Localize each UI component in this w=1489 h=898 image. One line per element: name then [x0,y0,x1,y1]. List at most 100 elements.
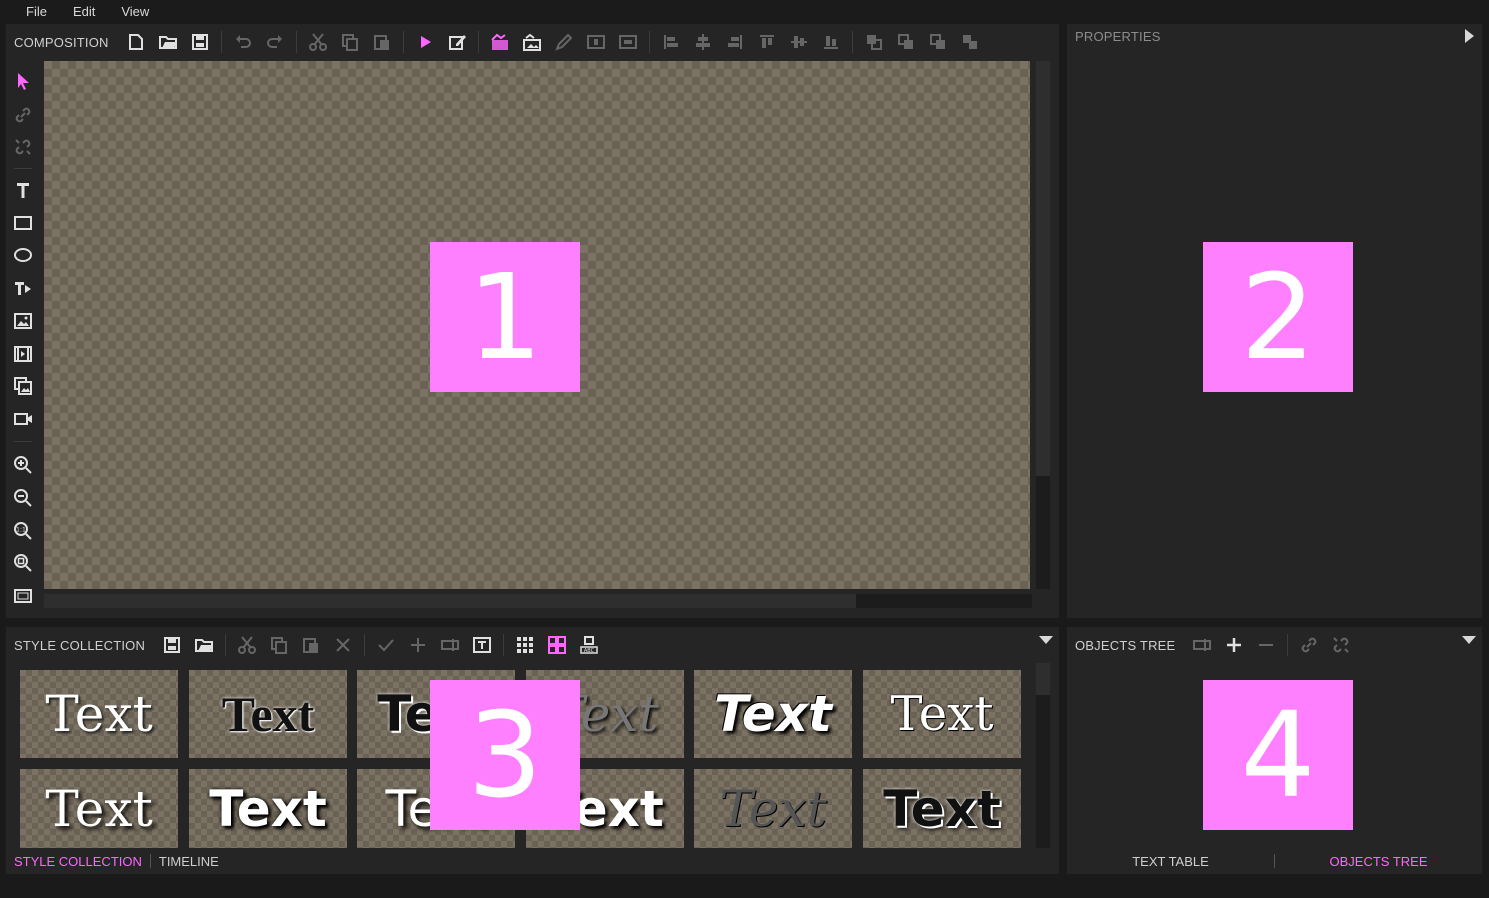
new-file-icon[interactable] [123,29,149,55]
unlink-icon[interactable] [12,136,34,158]
zoom-out-icon[interactable] [12,487,34,509]
paste-style-icon[interactable] [298,632,324,658]
align-left-icon[interactable] [658,29,684,55]
align-right-icon[interactable] [722,29,748,55]
image-sequence-icon[interactable] [12,375,34,397]
tab-objects-tree[interactable]: OBJECTS TREE [1275,854,1482,869]
cut-icon[interactable] [305,29,331,55]
tab-timeline[interactable]: TIMELINE [159,854,227,869]
canvas-vertical-scrollbar[interactable] [1036,61,1050,589]
rename-object-icon[interactable] [1189,632,1215,658]
copy-style-icon[interactable] [266,632,292,658]
region-marker-3: 3 [430,680,580,830]
rectangle-tool-icon[interactable] [12,212,34,234]
undo-icon[interactable] [230,29,256,55]
style-collection-toolbar: STYLE COLLECTION ABC [6,627,1059,663]
zoom-in-icon[interactable] [12,454,34,476]
objects-tree-toolbar: OBJECTS TREE [1067,627,1482,663]
region-marker-1: 1 [430,242,580,392]
style-collection-title: STYLE COLLECTION [14,637,146,653]
style-item[interactable]: Text [189,670,347,758]
style-item[interactable]: Text [863,769,1021,848]
composition-title: COMPOSITION [14,34,109,50]
style-item[interactable]: Text [694,769,852,848]
link-objects-icon[interactable] [1296,632,1322,658]
properties-header: PROPERTIES [1067,24,1482,48]
style-item[interactable]: Text [863,670,1021,758]
tab-text-table[interactable]: TEXT TABLE [1067,854,1274,869]
zoom-actual-icon[interactable]: 1:1 [12,520,34,542]
tree-tab-bar: TEXT TABLE OBJECTS TREE [1067,852,1482,870]
svg-text:1:1: 1:1 [16,527,26,534]
text-tool-icon[interactable] [12,179,34,201]
tab-style-collection[interactable]: STYLE COLLECTION [14,854,150,869]
fit-icon[interactable] [615,29,641,55]
camera-tool-icon[interactable] [12,408,34,430]
frame-icon[interactable] [583,29,609,55]
safe-area-icon[interactable] [12,585,34,607]
region-marker-2: 2 [1203,242,1353,392]
menu-view[interactable]: View [121,4,149,19]
vertical-scroll-thumb[interactable] [1036,61,1050,476]
remove-object-icon[interactable] [1253,632,1279,658]
style-item[interactable]: Text [20,670,178,758]
zoom-fit-icon[interactable] [12,552,34,574]
small-grid-icon[interactable] [512,632,538,658]
region-marker-4: 4 [1203,680,1353,830]
link-icon[interactable] [12,104,34,126]
delete-style-icon[interactable] [330,632,356,658]
paste-icon[interactable] [369,29,395,55]
animated-text-icon[interactable] [12,277,34,299]
style-item[interactable]: Text [20,769,178,848]
open-style-icon[interactable] [191,632,217,658]
bring-front-icon[interactable] [861,29,887,55]
menu-edit[interactable]: Edit [73,4,95,19]
list-view-icon[interactable]: ABC [576,632,602,658]
align-top-icon[interactable] [754,29,780,55]
bring-forward-icon[interactable] [893,29,919,55]
text-frame-icon[interactable] [469,632,495,658]
horizontal-scroll-thumb[interactable] [44,594,856,608]
collapse-arrow-icon[interactable] [1039,636,1053,644]
style-item[interactable]: Text [694,670,852,758]
send-back-icon[interactable] [957,29,983,55]
apply-style-icon[interactable] [373,632,399,658]
background-image-icon[interactable] [519,29,545,55]
composition-toolbar: COMPOSITION [6,24,1059,60]
menu-bar: File Edit View [0,0,1489,22]
edit-icon[interactable] [444,29,470,55]
play-icon[interactable] [412,29,438,55]
ellipse-tool-icon[interactable] [12,244,34,266]
select-arrow-icon[interactable] [12,70,34,92]
canvas-horizontal-scrollbar[interactable] [44,594,1032,608]
send-backward-icon[interactable] [925,29,951,55]
properties-title: PROPERTIES [1075,28,1161,44]
expand-arrow-icon[interactable] [1465,29,1474,43]
save-icon[interactable] [187,29,213,55]
pencil-icon[interactable] [551,29,577,55]
svg-text:ABC: ABC [584,648,595,654]
style-item[interactable]: Text [189,769,347,848]
add-style-icon[interactable] [405,632,431,658]
collapse-arrow-icon[interactable] [1462,636,1476,644]
rename-style-icon[interactable] [437,632,463,658]
align-center-icon[interactable] [690,29,716,55]
style-grid-scrollbar[interactable] [1036,663,1050,848]
video-tool-icon[interactable] [12,343,34,365]
background-fill-icon[interactable] [487,29,513,55]
unlink-objects-icon[interactable] [1328,632,1354,658]
menu-file[interactable]: File [26,4,47,19]
align-bottom-icon[interactable] [818,29,844,55]
copy-icon[interactable] [337,29,363,55]
add-object-icon[interactable] [1221,632,1247,658]
save-style-icon[interactable] [159,632,185,658]
image-tool-icon[interactable] [12,310,34,332]
large-grid-icon[interactable] [544,632,570,658]
style-grid-scroll-thumb[interactable] [1036,663,1050,695]
redo-icon[interactable] [262,29,288,55]
left-toolbox: 1:1 [6,60,40,618]
objects-tree-title: OBJECTS TREE [1075,637,1176,653]
open-folder-icon[interactable] [155,29,181,55]
align-middle-icon[interactable] [786,29,812,55]
cut-style-icon[interactable] [234,632,260,658]
